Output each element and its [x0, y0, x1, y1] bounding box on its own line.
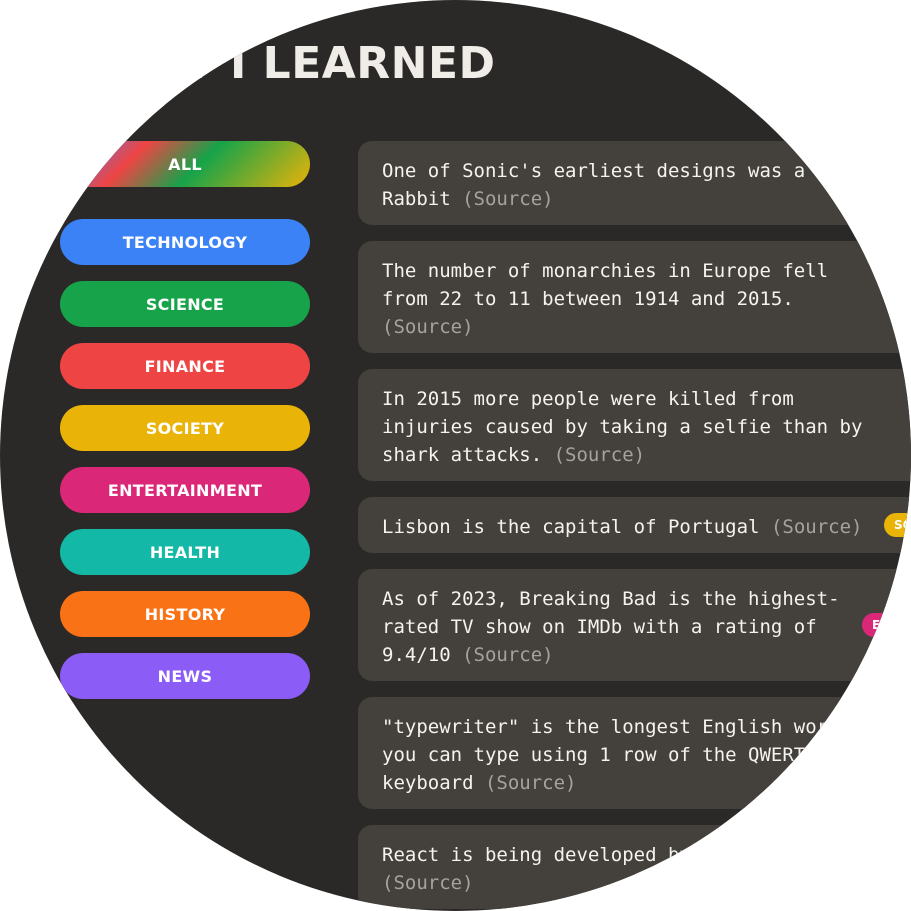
category-sidebar: All Technology Science Finance Society E…	[60, 141, 310, 715]
fact-text: Lisbon is the capital of Portugal	[382, 516, 760, 538]
facts-list: One of Sonic's earliest designs was a Ra…	[358, 141, 911, 911]
fact-source-link[interactable]: (Source)	[462, 644, 554, 666]
fact-card: "typewriter" is the longest English word…	[358, 697, 911, 809]
fact-text: "typewriter" is the longest English word…	[382, 716, 840, 794]
fact-text: The number of monarchies in Europe fell …	[382, 260, 829, 310]
fact-text: One of Sonic's earliest designs was a Ra…	[382, 160, 806, 210]
fact-category-tag: Entertainment	[862, 613, 911, 637]
fact-text: React is being developed by Facebook)	[382, 844, 806, 866]
fact-card: Lisbon is the capital of Portugal (Sourc…	[358, 497, 911, 553]
category-button-health[interactable]: Health	[60, 529, 310, 575]
fact-card: One of Sonic's earliest designs was a Ra…	[358, 141, 911, 225]
category-button-science[interactable]: Science	[60, 281, 310, 327]
category-button-technology[interactable]: Technology	[60, 219, 310, 265]
app-viewport: Today I Learned All Technology Science F…	[0, 0, 911, 911]
fact-source-link[interactable]: (Source)	[554, 444, 646, 466]
fact-card: React is being developed by Facebook) (S…	[358, 825, 911, 909]
category-button-entertainment[interactable]: Entertainment	[60, 467, 310, 513]
fact-source-link[interactable]: (Source)	[382, 872, 474, 894]
fact-source-link[interactable]: (Source)	[462, 188, 554, 210]
page-title: Today I Learned	[46, 38, 496, 89]
fact-card: The number of monarchies in Europe fell …	[358, 241, 911, 353]
fact-card: As of 2023, Breaking Bad is the highest-…	[358, 569, 911, 681]
category-button-all[interactable]: All	[60, 141, 310, 187]
category-button-finance[interactable]: Finance	[60, 343, 310, 389]
category-button-news[interactable]: News	[60, 653, 310, 699]
fact-source-link[interactable]: (Source)	[382, 316, 474, 338]
fact-text: As of 2023, Breaking Bad is the highest-…	[382, 588, 840, 666]
category-button-history[interactable]: History	[60, 591, 310, 637]
fact-card: In 2015 more people were killed from inj…	[358, 369, 911, 481]
fact-category-tag: Society	[884, 513, 911, 537]
fact-source-link[interactable]: (Source)	[771, 516, 863, 538]
fact-source-link[interactable]: (Source)	[485, 772, 577, 794]
category-button-society[interactable]: Society	[60, 405, 310, 451]
